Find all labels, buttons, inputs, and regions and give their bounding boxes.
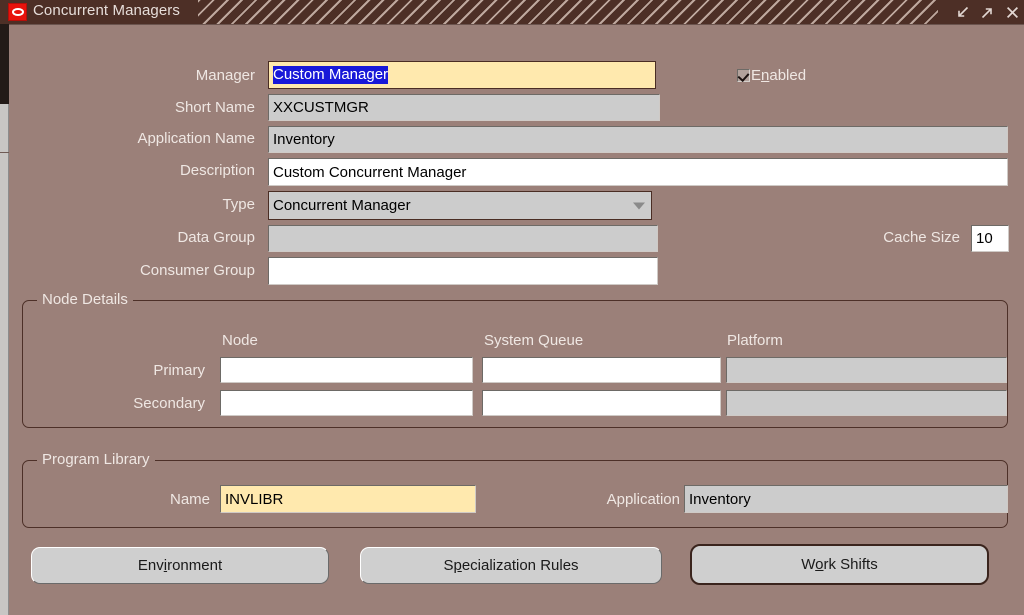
titlebar-hatch-pattern — [198, 0, 938, 24]
chevron-down-icon[interactable] — [633, 202, 645, 209]
type-dropdown-value: Concurrent Manager — [273, 197, 411, 214]
node-details-group-title: Node Details — [37, 291, 133, 308]
program-library-application-label: Application — [606, 491, 680, 508]
secondary-platform-input[interactable] — [726, 390, 1007, 416]
specialization-rules-button-label: Specialization Rules — [443, 557, 579, 574]
window-left-rail — [0, 104, 9, 615]
manager-input[interactable]: Custom Manager — [268, 61, 656, 89]
window-controls — [955, 0, 1020, 24]
consumer-group-input[interactable] — [268, 257, 658, 285]
enabled-label: Enabled — [751, 67, 806, 84]
node-column-header: Node — [222, 332, 258, 349]
maximize-button[interactable] — [980, 5, 995, 20]
manager-input-selected-text: Custom Manager — [273, 66, 389, 84]
environment-button-label: Environment — [137, 557, 223, 574]
enabled-checkbox-group[interactable]: Enabled — [737, 67, 806, 84]
window-left-rail-seam — [0, 152, 9, 153]
consumer-group-label: Consumer Group — [139, 262, 255, 279]
window-title: Concurrent Managers — [33, 2, 180, 19]
concurrent-managers-window: Concurrent Managers Manager Custom Manag… — [0, 0, 1024, 615]
manager-label: Manager — [195, 67, 255, 84]
work-shifts-button[interactable]: Work Shifts — [690, 544, 989, 585]
environment-button[interactable]: Environment — [31, 547, 329, 584]
program-library-name-input[interactable]: INVLIBR — [220, 485, 476, 513]
description-label: Description — [179, 162, 255, 179]
primary-system-queue-input[interactable] — [482, 357, 721, 383]
primary-row-label: Primary — [153, 362, 205, 379]
enabled-label-part1: E — [751, 67, 762, 84]
short-name-input[interactable]: XXCUSTMGR — [268, 94, 660, 121]
data-group-input[interactable] — [268, 225, 658, 252]
primary-platform-input[interactable] — [726, 357, 1007, 383]
data-group-label: Data Group — [177, 229, 255, 246]
program-library-name-label: Name — [169, 491, 210, 508]
secondary-node-input[interactable] — [220, 390, 473, 416]
work-shifts-button-label: Work Shifts — [801, 556, 878, 573]
cache-size-input[interactable]: 10 — [971, 225, 1009, 252]
type-dropdown[interactable]: Concurrent Manager — [268, 191, 652, 220]
primary-node-input[interactable] — [220, 357, 473, 383]
program-library-application-input[interactable]: Inventory — [684, 485, 1008, 513]
short-name-label: Short Name — [174, 99, 255, 116]
cache-size-label: Cache Size — [883, 229, 960, 246]
secondary-system-queue-input[interactable] — [482, 390, 721, 416]
system-queue-column-header: System Queue — [484, 332, 584, 349]
description-input[interactable]: Custom Concurrent Manager — [268, 158, 1008, 186]
enabled-checkbox[interactable] — [737, 69, 750, 82]
secondary-row-label: Secondary — [133, 395, 205, 412]
title-bar[interactable]: Concurrent Managers — [0, 0, 1024, 24]
program-library-group-title: Program Library — [37, 451, 155, 468]
window-left-dark-strip — [0, 24, 9, 104]
platform-column-header: Platform — [727, 332, 783, 349]
type-label: Type — [222, 196, 255, 213]
specialization-rules-button[interactable]: Specialization Rules — [360, 547, 662, 584]
minimize-button[interactable] — [955, 5, 970, 20]
enabled-label-part2: abled — [769, 67, 807, 84]
close-button[interactable] — [1005, 5, 1020, 20]
oracle-logo-icon — [8, 3, 27, 21]
application-name-label: Application Name — [137, 130, 255, 147]
application-name-input[interactable]: Inventory — [268, 126, 1008, 153]
